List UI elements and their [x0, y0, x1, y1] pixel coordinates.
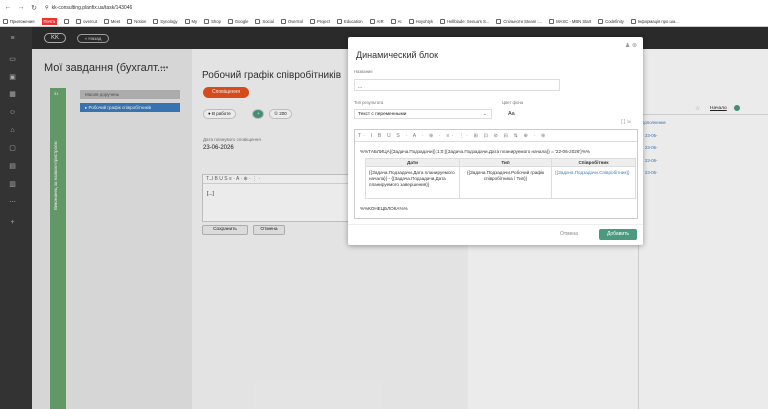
folder-icon	[184, 18, 190, 24]
table-cell-type[interactable]: {{Задача.Подзадачи.Робочий графік співро…	[459, 166, 552, 199]
bookmark-info[interactable]: Інформація про ша...	[630, 18, 679, 24]
bookmark-air[interactable]: AIR	[369, 18, 384, 24]
bg-color-label: Цвет фона	[502, 100, 523, 105]
contacts-icon[interactable]: ☺	[8, 109, 17, 117]
url-field[interactable]: ⚲ kk-consulting.planfix.ua/task/143046	[45, 5, 132, 11]
table-cell-employee[interactable]: {{Задача.Подзадачи.Співробітник}}	[551, 166, 636, 199]
bookmark-meet[interactable]: Meet	[103, 18, 120, 24]
expand-icon[interactable]: [ ] ⇲	[621, 119, 631, 125]
bookmark-project[interactable]: Project	[309, 18, 330, 24]
bookmark-ai[interactable]: AI	[390, 18, 402, 24]
bookmark-hellblade[interactable]: Hellblade: Senua's S...	[440, 18, 489, 24]
bookmark-codefinity[interactable]: Codefinity	[598, 18, 624, 24]
bookmarks-bar: Приложения Почта overcut Meet Notion Syn…	[0, 15, 768, 27]
bookmark-hoyohtyk[interactable]: Hoyohtyk	[408, 18, 433, 24]
name-label: Название	[354, 69, 373, 74]
notion-icon	[127, 18, 133, 24]
folder-icon	[337, 18, 343, 24]
page-icon	[76, 18, 82, 24]
user-icon[interactable]: ♟	[625, 43, 630, 49]
add-icon[interactable]: +	[8, 219, 17, 227]
bookmark-google[interactable]: Google	[227, 18, 248, 24]
address-bar-row: ← → ↻ ⚲ kk-consulting.planfix.ua/task/143…	[0, 0, 768, 15]
grid-icon	[3, 18, 8, 24]
forward-arrow-icon[interactable]: →	[16, 4, 26, 11]
type-value: Текст с переменными	[358, 112, 407, 117]
bookmark-shop[interactable]: Shop	[204, 18, 221, 24]
folder-icon	[153, 18, 159, 24]
reports-icon[interactable]: ▤	[8, 163, 17, 171]
close-icon[interactable]: ⊗	[632, 43, 637, 49]
type-label: Тип результата	[354, 100, 384, 105]
reload-icon[interactable]: ↻	[29, 4, 39, 12]
table-cell-dates[interactable]: {{Задача.Подзадачи.Дата планируемого нач…	[365, 166, 460, 199]
app-sidebar: ≡ ▭ ▣ ▦ ☺ ⌂ ▢ ▤ ▥ ⋯ +	[0, 27, 32, 409]
table-header-cell: Дати	[365, 158, 460, 167]
bookmark-grid[interactable]	[64, 18, 70, 24]
chat-icon[interactable]: ▢	[8, 145, 17, 153]
meet-icon	[103, 18, 109, 24]
folder-icon	[369, 18, 375, 24]
folder-icon	[309, 18, 315, 24]
folder-icon	[227, 18, 233, 24]
chevron-down-icon: ⌄	[482, 111, 487, 117]
folder-icon	[408, 18, 414, 24]
bookmark-overcut[interactable]: overcut	[76, 18, 97, 24]
bookmark-steam[interactable]: Спільноти Steam :...	[496, 18, 542, 24]
bookmark-apps[interactable]: Приложения	[3, 18, 35, 24]
bg-color-picker[interactable]: Aa	[508, 111, 515, 117]
template-block-end: %%КОНЕЦБЛОКА%%	[360, 206, 408, 211]
folder-icon	[280, 18, 286, 24]
page-icon	[630, 18, 636, 24]
bookmark-mail[interactable]: Почта	[41, 17, 58, 25]
menu-icon[interactable]: ≡	[8, 35, 17, 43]
bookmark-oversol[interactable]: OverSol	[280, 18, 303, 24]
bookmark-my[interactable]: My	[184, 18, 197, 24]
folder-icon	[390, 18, 396, 24]
modal-title: Динамический блок	[356, 50, 439, 60]
name-input[interactable]: ...	[354, 79, 560, 91]
template-editor[interactable]: T· I B U S · A · ⊕ · ≡· ⋮· ⊞ ⊡ ⊘ ⊟ ⇅ ⊕ ·…	[354, 129, 638, 219]
bookmark-notion[interactable]: Notion	[127, 18, 146, 24]
back-arrow-icon[interactable]: ←	[3, 4, 13, 11]
inbox-icon[interactable]: ▭	[8, 56, 17, 64]
modal-footer: Отмена Добавить	[348, 224, 643, 245]
projects-icon[interactable]: ⌂	[8, 127, 17, 135]
more-icon[interactable]: ⋯	[8, 199, 17, 207]
bookmark-synology[interactable]: Synology	[153, 18, 178, 24]
folder-icon	[204, 18, 210, 24]
browser-chrome: ← → ↻ ⚲ kk-consulting.planfix.ua/task/143…	[0, 0, 768, 27]
type-select[interactable]: Текст с переменными ⌄	[354, 109, 492, 119]
dynamic-block-modal: ♟ ⊗ Динамический блок Название ... Тип р…	[348, 37, 643, 245]
modal-window-icons: ♟ ⊗	[625, 42, 637, 49]
folder-icon	[255, 18, 261, 24]
bookmark-social[interactable]: Social	[255, 18, 274, 24]
page-icon	[598, 18, 604, 24]
table-header-cell: Співробітник	[551, 158, 636, 167]
documents-icon[interactable]: ▥	[8, 181, 17, 189]
apps-icon	[64, 18, 70, 24]
page-icon	[549, 18, 555, 24]
cancel-button[interactable]: Отмена	[560, 231, 578, 237]
template-table: Дати Тип Співробітник {{Задача.Подзадачи…	[365, 158, 636, 199]
game-icon	[440, 18, 446, 24]
template-toolbar[interactable]: T· I B U S · A · ⊕ · ≡· ⋮· ⊞ ⊡ ⊘ ⊟ ⇅ ⊕ ·…	[355, 130, 637, 142]
url-text: kk-consulting.planfix.ua/task/143046	[51, 4, 133, 11]
steam-icon	[496, 18, 502, 24]
calendar-icon[interactable]: ▦	[8, 91, 17, 99]
add-button[interactable]: Добавить	[599, 229, 637, 240]
table-header-cell: Тип	[459, 158, 552, 167]
bookmark-education[interactable]: Education	[337, 18, 363, 24]
template-table-start: %%ТАБЛИЦА{{Задача.Подзадачи}};1;0;{{Зада…	[360, 149, 590, 154]
tasks-icon[interactable]: ▣	[8, 74, 17, 82]
bookmark-masc[interactable]: MASC - MBN Start	[549, 18, 591, 24]
lock-icon: ⚲	[45, 4, 49, 11]
